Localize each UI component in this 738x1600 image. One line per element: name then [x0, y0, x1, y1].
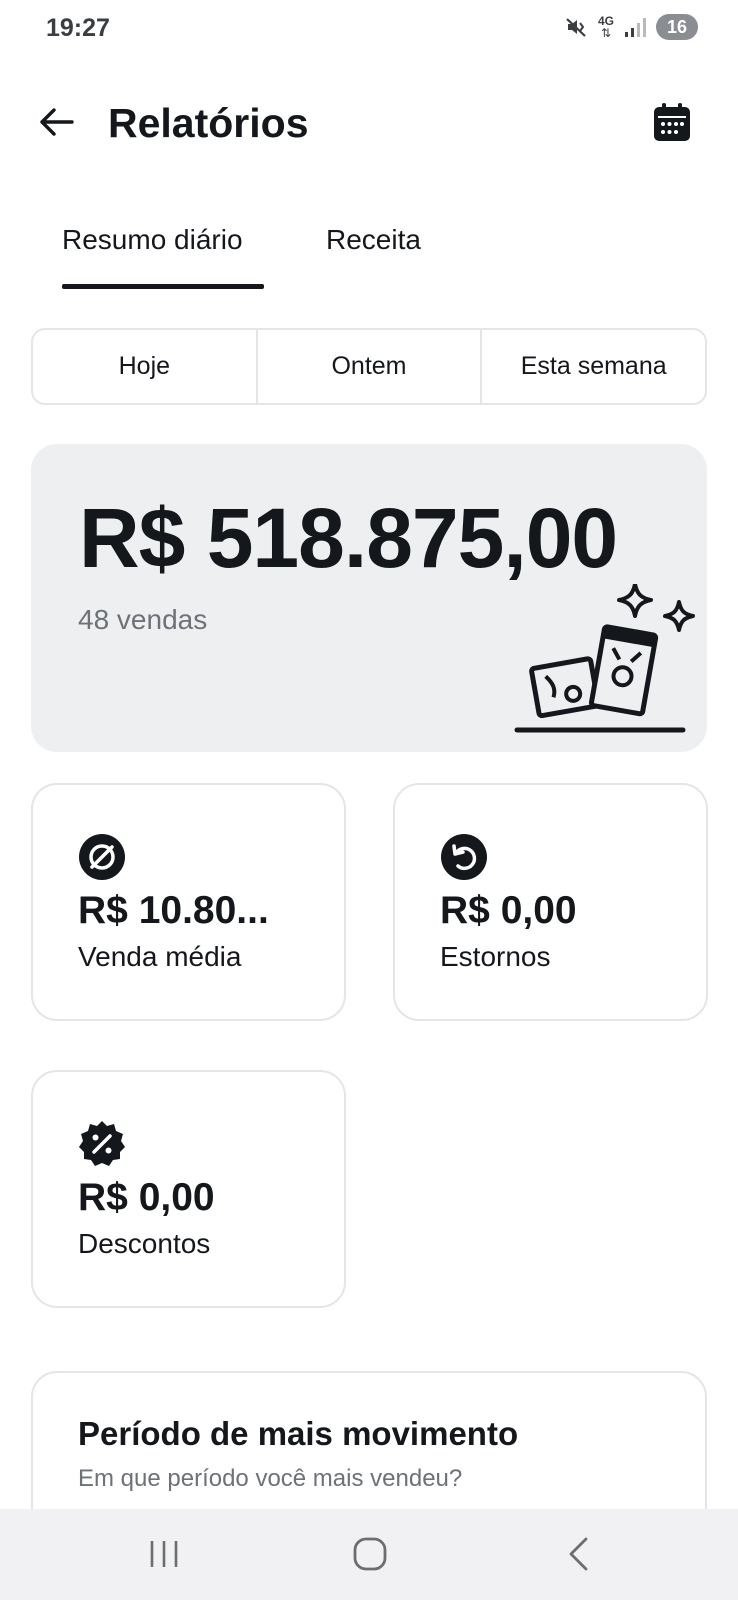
- refunds-value: R$ 0,00: [440, 889, 577, 932]
- average-sale-label: Venda média: [78, 941, 242, 972]
- period-yesterday[interactable]: Ontem: [258, 330, 483, 403]
- discounts-card[interactable]: R$ 0,00 Descontos: [31, 1070, 346, 1308]
- back-icon: [569, 1537, 588, 1571]
- recents-icon: [150, 1541, 178, 1567]
- discounts-value: R$ 0,00: [78, 1176, 215, 1219]
- battery-icon: 16: [656, 14, 698, 40]
- tab-daily-summary[interactable]: Resumo diário: [62, 224, 243, 256]
- network-4g-icon: 4G ⇅: [597, 14, 614, 40]
- recents-button[interactable]: [134, 1529, 194, 1579]
- app-header: Relatórios: [0, 80, 738, 164]
- period-today[interactable]: Hoje: [33, 330, 258, 403]
- arrow-left-icon: [40, 108, 74, 136]
- calendar-button[interactable]: [648, 98, 696, 146]
- status-icons: 4G ⇅ 16: [564, 14, 698, 40]
- active-tab-indicator: [62, 284, 264, 289]
- period-this-week[interactable]: Esta semana: [482, 330, 705, 403]
- average-sale-value: R$ 10.80...: [78, 889, 269, 932]
- page-title: Relatórios: [108, 100, 309, 146]
- period-filter: Hoje Ontem Esta semana: [31, 328, 707, 405]
- refunds-card[interactable]: R$ 0,00 Estornos: [393, 783, 708, 1021]
- system-nav-bar: [0, 1509, 738, 1600]
- home-button[interactable]: [340, 1529, 400, 1579]
- refund-icon: [441, 834, 487, 880]
- status-time: 19:27: [46, 14, 110, 42]
- report-tabs: Resumo diário Receita: [30, 210, 710, 292]
- back-button[interactable]: [30, 96, 82, 148]
- signal-bars-icon: [625, 18, 646, 37]
- calendar-icon: [654, 103, 690, 141]
- system-back-button[interactable]: [548, 1529, 608, 1579]
- home-icon: [353, 1537, 387, 1571]
- refunds-label: Estornos: [440, 941, 551, 972]
- busiest-period-subtitle: Em que período você mais vendeu?: [78, 1465, 463, 1492]
- battery-level: 16: [666, 16, 688, 37]
- status-bar: 19:27 4G ⇅ 16: [0, 0, 738, 58]
- total-amount: R$ 518.875,00: [79, 491, 618, 585]
- discounts-label: Descontos: [78, 1228, 211, 1259]
- mute-vibrate-icon: [566, 18, 586, 37]
- average-icon: [79, 834, 125, 880]
- busiest-period-title: Período de mais movimento: [78, 1415, 519, 1452]
- sales-count: 48 vendas: [78, 604, 208, 635]
- tab-revenue[interactable]: Receita: [326, 224, 421, 256]
- discount-icon: [79, 1121, 125, 1166]
- total-sales-card: R$ 518.875,00 48 vendas: [31, 444, 707, 752]
- average-sale-card[interactable]: R$ 10.80... Venda média: [31, 783, 346, 1021]
- money-sparkle-icon: [514, 584, 695, 733]
